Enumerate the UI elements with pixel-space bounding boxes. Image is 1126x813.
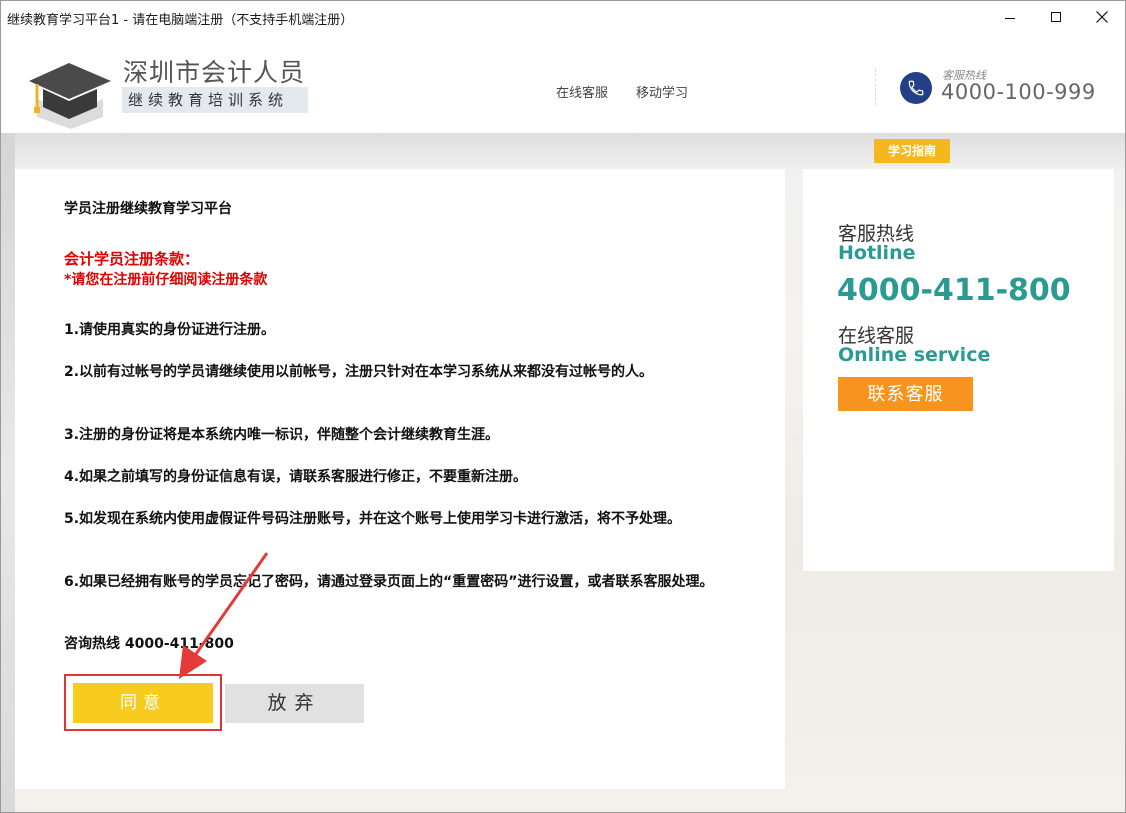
term-item: 4.如果之前填写的身份证信息有误，请联系客服进行修正，不要重新注册。 xyxy=(64,469,528,485)
site-header: 深圳市会计人员 继续教育培训系统 在线客服 移动学习 客服热线 4000-100… xyxy=(1,35,1125,133)
term-item: 2.以前有过帐号的学员请继续使用以前帐号，注册只针对在本学习系统从来都没有过帐号… xyxy=(64,364,654,380)
close-button[interactable] xyxy=(1079,1,1125,35)
term-item: 3.注册的身份证将是本系统内唯一标识，伴随整个会计继续教育生涯。 xyxy=(64,427,500,443)
close-icon xyxy=(1096,11,1108,23)
page-title: 学员注册继续教育学习平台 xyxy=(64,201,232,217)
terms-notice: *请您在注册前仔细阅读注册条款 xyxy=(64,272,268,288)
brand-title: 深圳市会计人员 xyxy=(123,58,306,87)
support-panel: 客服热线 Hotline 4000-411-800 在线客服 Online se… xyxy=(803,169,1114,571)
minimize-icon xyxy=(1005,18,1015,19)
term-item: 1.请使用真实的身份证进行注册。 xyxy=(64,322,276,338)
maximize-icon xyxy=(1051,12,1061,22)
phone-icon xyxy=(900,72,932,104)
maximize-button[interactable] xyxy=(1033,1,1079,35)
title-bar[interactable]: 继续教育学习平台1 - 请在电脑端注册（不支持手机端注册） xyxy=(1,1,1125,35)
side-hotline-en: Hotline xyxy=(838,242,916,264)
nav-online-service[interactable]: 在线客服 xyxy=(556,82,608,101)
contact-service-button[interactable]: 联系客服 xyxy=(838,377,973,411)
app-window: 继续教育学习平台1 - 请在电脑端注册（不支持手机端注册） 深圳市会计人员 继续… xyxy=(0,0,1126,813)
header-hotline-number: 4000-100-999 xyxy=(941,80,1096,104)
red-pointer-arrow-icon xyxy=(179,552,269,679)
give-up-button[interactable]: 放弃 xyxy=(225,684,364,723)
nav-mobile-learning[interactable]: 移动学习 xyxy=(636,82,688,101)
window-title: 继续教育学习平台1 - 请在电脑端注册（不支持手机端注册） xyxy=(7,13,354,28)
minimize-button[interactable] xyxy=(987,1,1033,35)
background-shade xyxy=(1,133,15,812)
study-guide-tag[interactable]: 学习指南 xyxy=(874,139,950,163)
terms-title: 会计学员注册条款： xyxy=(64,250,200,268)
term-item: 5.如发现在系统内使用虚假证件号码注册账号，并在这个账号上使用学习卡进行激活，将… xyxy=(64,511,682,527)
side-online-en: Online service xyxy=(838,344,991,366)
header-divider xyxy=(875,69,876,105)
agree-button[interactable]: 同意 xyxy=(73,683,213,723)
side-hotline-number: 4000-411-800 xyxy=(837,273,1071,308)
brand-subtitle: 继续教育培训系统 xyxy=(122,87,308,113)
graduation-cap-icon xyxy=(29,63,111,129)
